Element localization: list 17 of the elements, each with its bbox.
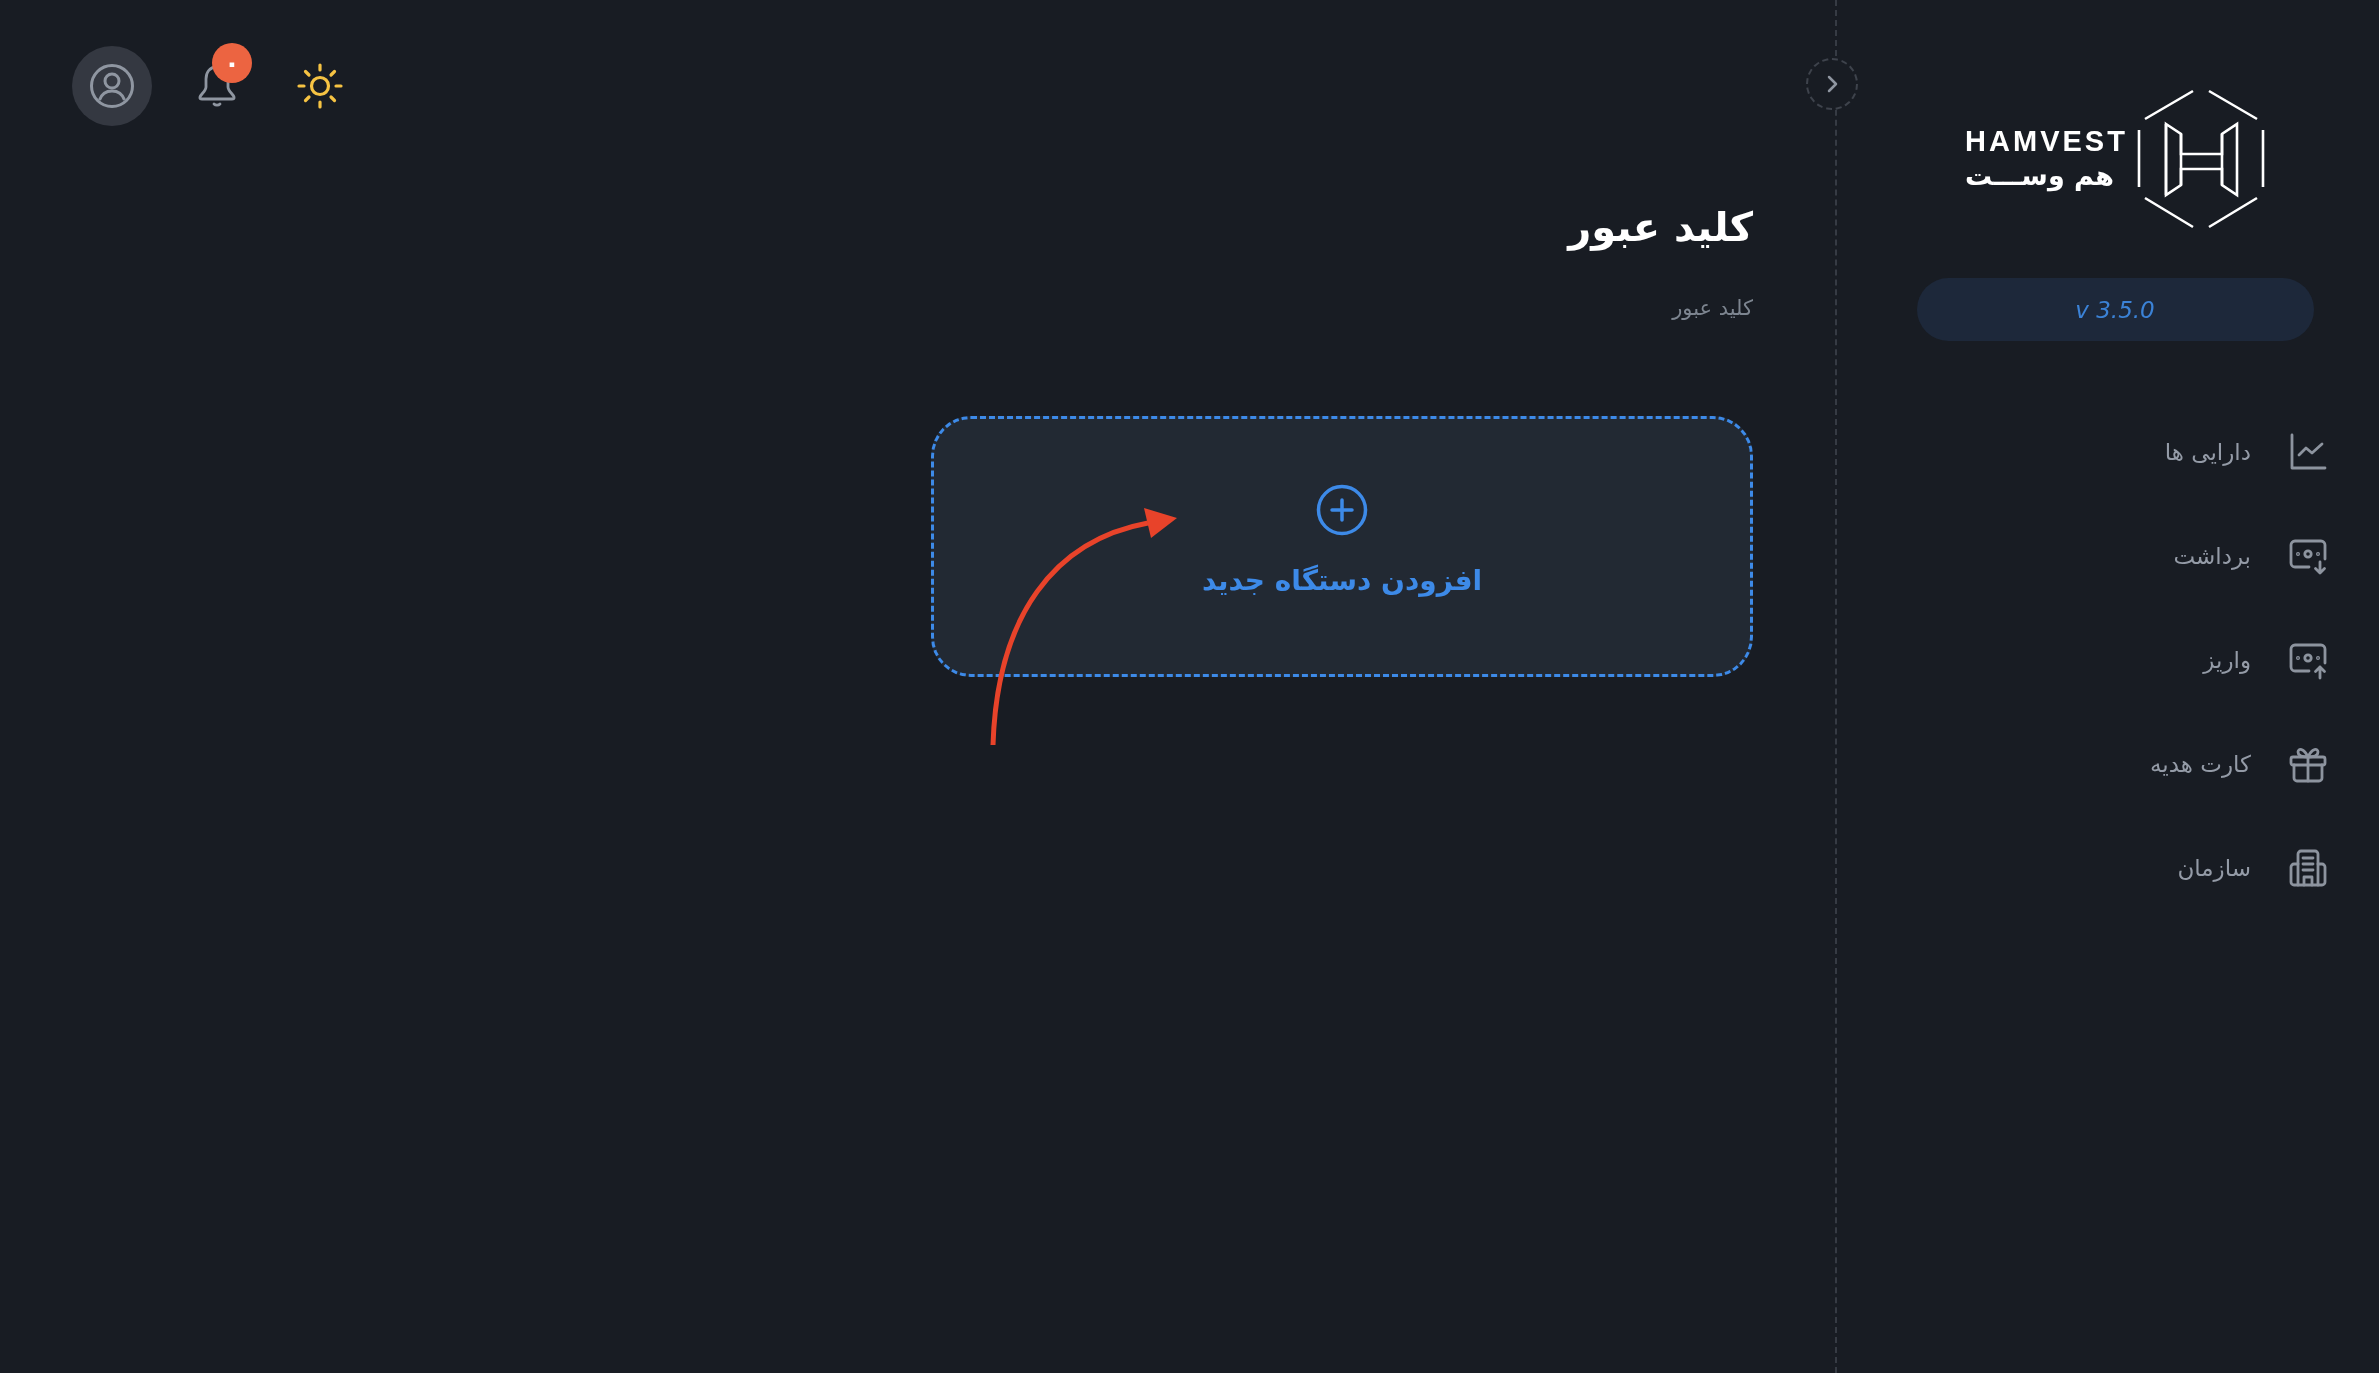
sun-icon[interactable] [297, 63, 343, 109]
building-icon [2287, 847, 2329, 889]
logo-wordmark: HAMVEST [1965, 124, 2128, 158]
breadcrumb: کلید عبور [1672, 295, 1753, 322]
sidebar-item[interactable]: واریز [2199, 630, 2333, 690]
hexagon-h-logo-icon [2136, 88, 2265, 230]
add-device-button[interactable]: افزودن دستگاه جدید [931, 416, 1753, 677]
version-badge: v 3.5.0 [1916, 278, 2314, 341]
logo-persian-wordmark: هم وســـت [1965, 159, 2114, 194]
page-title: کلید عبور [1568, 203, 1753, 253]
sidebar-item[interactable]: برداشت [2169, 526, 2333, 586]
sidebar-item[interactable]: کارت هدیه [2146, 734, 2333, 794]
user-icon [89, 63, 135, 109]
plus-circle-icon [1316, 484, 1368, 536]
sidebar-item[interactable]: دارایی ها [2160, 422, 2333, 482]
sidebar-item[interactable]: سازمان [2173, 838, 2333, 898]
notification-badge: ۰ [212, 43, 252, 83]
